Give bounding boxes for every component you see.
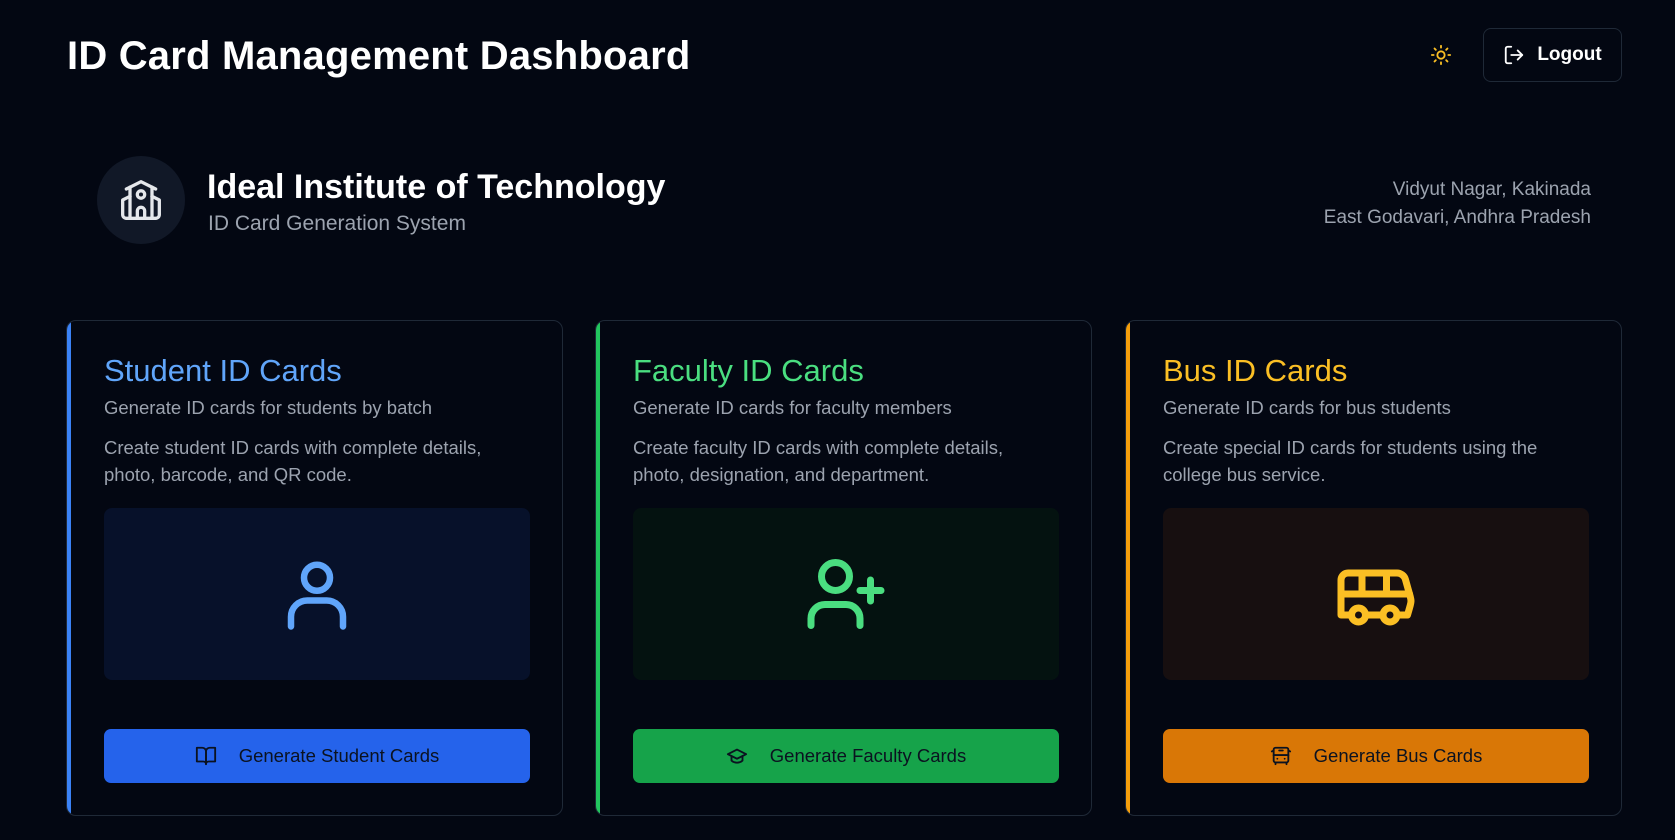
school-icon [121,180,161,220]
book-open-icon [195,746,216,766]
page-title: ID Card Management Dashboard [67,34,691,78]
institute-banner: Ideal Institute of Technology ID Card Ge… [97,156,1591,246]
user-plus-icon [807,559,885,629]
user-icon [287,561,347,630]
institute-address: Vidyut Nagar, Kakinada East Godavari, An… [1324,176,1591,232]
faculty-id-card-panel: Faculty ID Cards Generate ID cards for f… [595,320,1092,816]
student-id-card-panel: Student ID Cards Generate ID cards for s… [66,320,563,816]
card-description: Create special ID cards for students usi… [1163,437,1538,485]
sun-icon [1430,44,1452,66]
bus-icon [1337,569,1415,626]
theme-toggle-button[interactable] [1424,38,1458,72]
card-title: Bus ID Cards [1163,353,1348,388]
button-label: Generate Student Cards [238,745,440,766]
graduation-cap-icon [726,748,747,764]
button-label: Generate Bus Cards [1313,745,1483,766]
address-line-1: Vidyut Nagar, Kakinada [1392,179,1591,200]
card-subtitle: Generate ID cards for bus students [1163,397,1451,418]
institute-name: Ideal Institute of Technology [207,168,666,206]
card-description: Create student ID cards with complete de… [104,437,482,485]
card-subtitle: Generate ID cards for students by batch [104,397,433,418]
card-title: Student ID Cards [104,353,342,388]
card-illustration [104,508,530,680]
generate-faculty-cards-button[interactable]: Generate Faculty Cards [633,729,1059,783]
logout-label: Logout [1537,44,1602,65]
bus-icon [1270,746,1291,766]
logout-button[interactable]: Logout [1483,28,1622,82]
card-title: Faculty ID Cards [633,353,864,388]
card-subtitle: Generate ID cards for faculty members [633,397,952,418]
card-illustration [633,508,1059,680]
bus-id-card-panel: Bus ID Cards Generate ID cards for bus s… [1125,320,1622,816]
logout-icon [1505,45,1524,65]
card-illustration [1163,508,1589,680]
address-line-2: East Godavari, Andhra Pradesh [1323,207,1591,228]
generate-student-cards-button[interactable]: Generate Student Cards [104,729,530,783]
generate-bus-cards-button[interactable]: Generate Bus Cards [1163,729,1589,783]
header: ID Card Management Dashboard Logout [0,0,1675,115]
button-label: Generate Faculty Cards [769,745,967,766]
institute-subtitle: ID Card Generation System [208,212,466,235]
institute-avatar [97,156,185,244]
card-description: Create faculty ID cards with complete de… [633,437,1004,485]
